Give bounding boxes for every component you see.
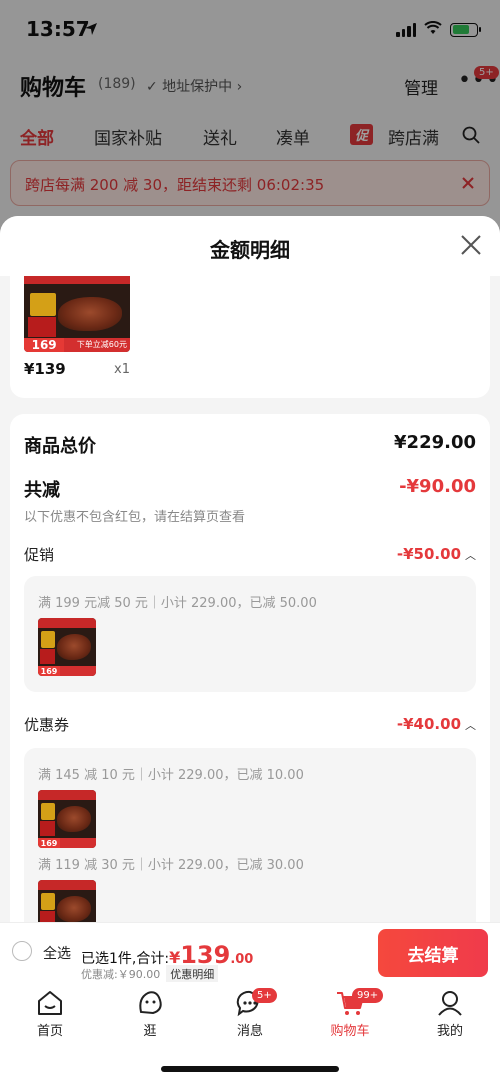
product-image-price-tag: 169 xyxy=(24,338,65,352)
sheet-title: 金额明细 xyxy=(210,238,290,262)
profile-icon xyxy=(435,988,465,1018)
close-icon[interactable] xyxy=(460,234,482,260)
tab-messages-label: 消息 xyxy=(236,1024,263,1039)
chevron-up-icon: ︿ xyxy=(465,719,476,732)
sheet-header: 金额明细 xyxy=(0,216,500,276)
total-cents: .00 xyxy=(230,952,254,967)
coupon-rule-text-1: 满 145 减 10 元｜小计 229.00，已减 10.00 xyxy=(38,768,304,783)
messages-badge: 5+ xyxy=(252,988,277,1003)
promotion-detail-box: 满 199 元减 50 元｜小计 229.00，已减 50.00 169 xyxy=(24,576,476,692)
coupon-product-thumb-1[interactable]: 169 xyxy=(38,790,96,848)
promotion-product-thumb[interactable]: 169 xyxy=(38,618,96,676)
coupon-label: 优惠券 xyxy=(24,716,70,734)
home-indicator xyxy=(161,1066,339,1072)
checkout-bar: 全选 已选1件,合计:¥139.00 优惠减:￥90.00 优惠明细 去结算 xyxy=(0,922,500,983)
total-reduce-value: -¥90.00 xyxy=(399,476,476,497)
promotion-toggle[interactable]: -¥50.00 ︿ xyxy=(397,544,476,563)
coupon-rule-text-2: 满 119 减 30 元｜小计 229.00，已减 30.00 xyxy=(38,858,304,873)
total-price-label: 商品总价 xyxy=(24,436,96,457)
tab-profile-label: 我的 xyxy=(436,1024,463,1039)
discount-summary: 优惠减:￥90.00 优惠明细 xyxy=(81,965,219,983)
total-price-value: ¥229.00 xyxy=(394,432,476,453)
product-card: 下单立减60元 169 ¥139 x1 xyxy=(10,276,490,398)
home-icon xyxy=(35,988,65,1018)
tab-messages[interactable]: 消息 5+ xyxy=(210,988,290,1039)
tab-profile[interactable]: 我的 xyxy=(410,988,490,1039)
thumb-price-tag: 169 xyxy=(38,665,61,676)
promotion-value: -¥50.00 xyxy=(396,545,461,563)
coupon-value: -¥40.00 xyxy=(396,715,461,733)
discount-detail-link[interactable]: 优惠明细 xyxy=(166,965,219,983)
product-image[interactable]: 下单立减60元 169 xyxy=(24,276,130,352)
thumb-price-tag: 169 xyxy=(38,837,61,848)
cart-badge: 99+ xyxy=(352,988,384,1003)
product-price: ¥139 xyxy=(24,360,66,378)
select-all-label[interactable]: 全选 xyxy=(43,943,71,963)
tab-stroll-label: 逛 xyxy=(143,1024,157,1039)
chevron-up-icon: ︿ xyxy=(465,549,476,562)
coupon-toggle[interactable]: -¥40.00 ︿ xyxy=(397,714,476,733)
tab-home[interactable]: 首页 xyxy=(10,988,90,1039)
discount-note: 以下优惠不包含红包，请在结算页查看 xyxy=(24,510,246,525)
checkout-button[interactable]: 去结算 xyxy=(378,929,488,977)
promotion-rule-text: 满 199 元减 50 元｜小计 229.00，已减 50.00 xyxy=(38,596,317,611)
product-quantity: x1 xyxy=(114,362,130,377)
discount-amount-text: 优惠减:￥90.00 xyxy=(81,968,161,981)
stroll-icon xyxy=(135,988,165,1018)
price-breakdown-card: 商品总价 ¥229.00 共减 -¥90.00 以下优惠不包含红包，请在结算页查… xyxy=(10,414,490,968)
tab-cart[interactable]: 购物车 99+ xyxy=(310,988,390,1039)
select-all-checkbox[interactable] xyxy=(12,941,32,961)
tab-home-label: 首页 xyxy=(36,1024,63,1039)
promotion-label: 促销 xyxy=(24,546,55,564)
product-image-banner-text: 下单立减60元 xyxy=(76,340,127,349)
total-reduce-label: 共减 xyxy=(24,480,60,501)
tab-stroll[interactable]: 逛 xyxy=(110,988,190,1039)
tab-cart-label: 购物车 xyxy=(330,1024,370,1039)
